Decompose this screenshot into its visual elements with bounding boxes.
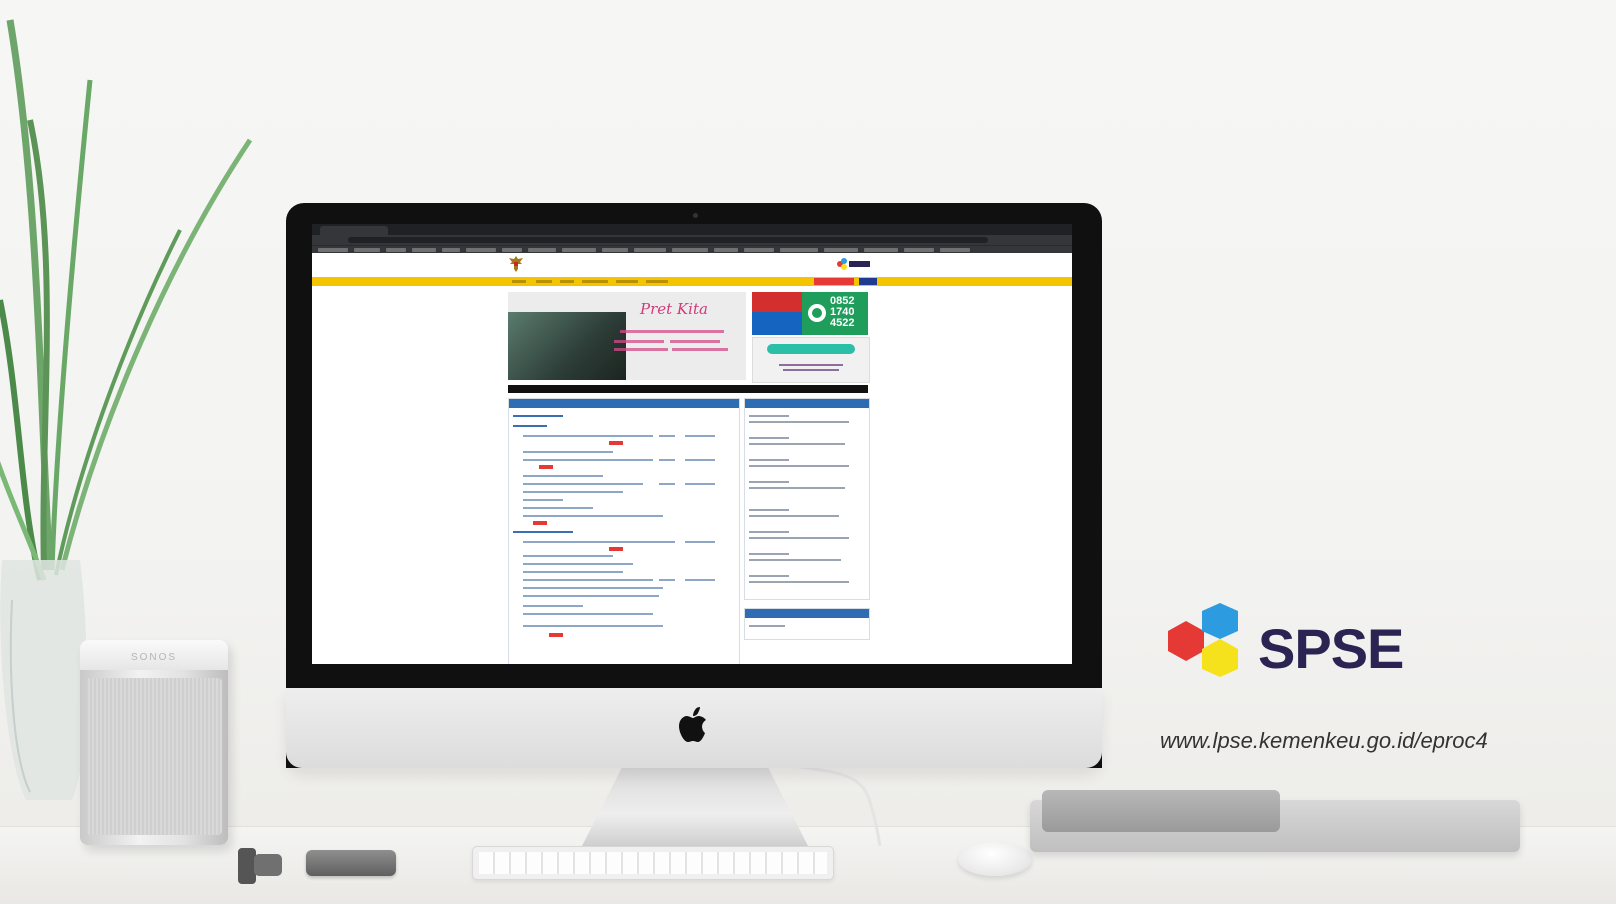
browser-tab-bar (312, 224, 1072, 235)
site-navbar (312, 277, 1072, 286)
power-cable (793, 764, 882, 846)
whatsapp-icon (808, 304, 826, 322)
smartphone (306, 850, 396, 876)
tender-panel (508, 398, 740, 664)
garuda-emblem-icon (509, 256, 523, 272)
browser-address-bar (312, 235, 1072, 245)
monitor-stand (582, 766, 808, 846)
browser-tab[interactable] (320, 226, 388, 235)
tablet (1042, 790, 1280, 832)
promo-banner[interactable]: Pret Kita (508, 292, 746, 380)
lpse-logo (837, 258, 870, 270)
faq-panel (744, 608, 870, 640)
izin-banner[interactable] (752, 337, 870, 383)
smartwatch (238, 848, 282, 884)
apple-logo-icon (679, 707, 706, 742)
smart-speaker: SONOS (80, 640, 228, 845)
nav-login-button[interactable] (859, 278, 877, 285)
url-field[interactable] (348, 237, 988, 243)
phone-photo (508, 312, 626, 380)
announcement-panel (744, 398, 870, 600)
contact-banner[interactable]: 0852 1740 4522 (752, 292, 868, 335)
monitor-chin (286, 688, 1102, 768)
site-header (312, 253, 1072, 275)
spse-wordmark: SPSE (1258, 617, 1404, 680)
keyboard (472, 846, 834, 880)
webcam-icon (693, 213, 698, 218)
nav-red-button[interactable] (814, 278, 854, 285)
monitor-screen: Pret Kita 0852 1740 4522 (312, 224, 1072, 664)
lpse-url-caption: www.lpse.kemenkeu.go.id/eproc4 (1160, 728, 1488, 753)
whatsapp-number: 0852 1740 4522 (830, 295, 855, 329)
banner-title: Pret Kita (640, 300, 708, 318)
speaker-brand-label: SONOS (130, 652, 178, 663)
mouse (958, 842, 1032, 876)
date-bar (508, 385, 868, 393)
